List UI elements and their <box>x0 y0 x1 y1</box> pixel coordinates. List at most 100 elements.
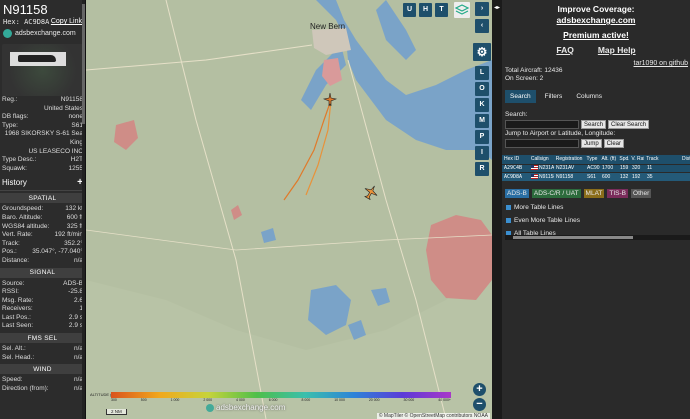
column-header[interactable]: Callsign <box>529 156 554 162</box>
filter-adsb[interactable]: ADS-B <box>505 188 529 198</box>
filter-adsc-uat[interactable]: ADS-C/R / UAT <box>531 188 581 198</box>
even-more-table-lines-checkbox[interactable]: Even More Table Lines <box>506 217 690 224</box>
spatial-row: Pos.: 35.047°, -77.040° <box>0 248 85 257</box>
layer-button-u[interactable]: U <box>403 3 416 17</box>
track-cell: 11 <box>647 165 653 172</box>
filter-tisb[interactable]: TIS-B <box>607 188 629 198</box>
side-button-o[interactable]: O <box>475 82 489 96</box>
signal-row: Msg. Rate: 2.6 <box>0 297 85 306</box>
side-button-i[interactable]: I <box>475 146 489 160</box>
map-attribution[interactable]: © MapTiler © OpenStreetMap contributors … <box>376 413 490 419</box>
spatial-value: 600 ft <box>66 213 83 221</box>
spatial-row: WGS84 altitude: 325 ft <box>0 223 85 232</box>
column-header[interactable]: Hex ID <box>502 156 529 162</box>
chevron-right-icon[interactable]: › <box>475 2 489 16</box>
improve-coverage-link[interactable]: adsbexchange.com <box>502 15 690 25</box>
left-scrollbar[interactable] <box>82 0 85 419</box>
source-label[interactable]: adsbexchange.com <box>15 30 76 37</box>
side-button-r[interactable]: R <box>475 162 489 176</box>
arrows-icon[interactable]: ◂▸ <box>492 4 502 11</box>
panel-toggle-strip[interactable]: ◂▸ <box>492 0 502 419</box>
column-header[interactable]: Alt. (ft) <box>599 156 617 162</box>
table-row[interactable]: AC9D8A N91158N91158 S61 600 132192 35 <box>502 172 690 181</box>
vrate-cell: 320 <box>632 165 641 172</box>
clear-button[interactable]: Clear <box>603 139 625 148</box>
altitude-tick: 500 <box>140 398 147 402</box>
jump-input[interactable] <box>505 139 579 148</box>
chevron-left-icon[interactable]: ‹ <box>475 19 489 33</box>
table-row[interactable]: A29C4B N231AVN231AV AC901700 159320 11 <box>502 163 690 172</box>
type-cell: S61 <box>587 173 596 180</box>
reg-cell: N91158 <box>556 173 574 180</box>
column-header[interactable]: Type <box>585 156 600 162</box>
faq-link[interactable]: FAQ <box>556 45 573 55</box>
aircraft-icon[interactable] <box>363 184 379 202</box>
column-header[interactable]: Spd. (kt) <box>617 156 629 162</box>
adsbx-logo-icon <box>3 29 12 38</box>
aircraft-list-panel: Improve Coverage: adsbexchange.com Premi… <box>502 0 690 419</box>
settings-gear-icon[interactable]: ⚙ <box>473 43 491 61</box>
zoom-in-button[interactable]: + <box>473 383 486 396</box>
signal-row: Source: ADS-B <box>0 280 85 289</box>
section-wind: WIND <box>0 364 85 375</box>
spatial-list: Groundspeed: 132 kt Baro. Altitude: 600 ft W… <box>0 205 85 265</box>
side-button-l[interactable]: L <box>475 66 489 80</box>
filter-mlat[interactable]: MLAT <box>583 188 605 198</box>
tab-search[interactable]: Search <box>505 90 536 103</box>
layers-icon[interactable] <box>454 2 470 18</box>
selected-helicopter-icon[interactable] <box>322 92 338 110</box>
wind-list: Speed: n/a Direction (from): n/a <box>0 376 85 393</box>
detail-key: Reg.: <box>2 96 18 103</box>
layer-button-h[interactable]: H <box>419 3 432 17</box>
premium-link[interactable]: Premium active! <box>502 30 690 40</box>
callsign-text: N231AV <box>539 165 554 172</box>
detail-value: none <box>68 113 83 121</box>
history-row[interactable]: History + <box>0 175 85 192</box>
spatial-key: WGS84 altitude: <box>2 222 50 230</box>
hex-cell: A29C4B <box>504 165 523 172</box>
detail-row: Squawk: 1255 <box>0 165 85 174</box>
map-watermark: adsbexchange.com <box>206 403 285 412</box>
receiver-link[interactable]: tar1090 on github <box>502 60 690 67</box>
tab-filters[interactable]: Filters <box>540 90 568 103</box>
column-header[interactable]: Dist. <box>680 156 690 162</box>
wind-key: Speed: <box>2 376 23 384</box>
us-flag-icon <box>531 173 538 179</box>
signal-key: Last Pos.: <box>2 313 31 321</box>
column-header[interactable]: V. Rate (ft/min) <box>629 156 644 162</box>
column-header[interactable]: Registration <box>554 156 585 162</box>
signal-row: RSSI: -25.8 <box>0 288 85 297</box>
table-horizontal-scrollbar[interactable] <box>505 235 690 240</box>
map-help-link[interactable]: Map Help <box>598 45 636 55</box>
signal-row: Receivers:1 <box>0 305 85 314</box>
layer-button-t[interactable]: T <box>435 3 448 17</box>
clear-search-button[interactable]: Clear Search <box>608 120 650 129</box>
search-button[interactable]: Search <box>581 120 607 129</box>
column-header[interactable]: Track <box>644 156 680 162</box>
altitude-tick: 8 000 <box>301 398 311 402</box>
signal-key: RSSI: <box>2 288 19 296</box>
map-view[interactable]: New Bern U H T › ‹ ⚙ LOKMPIR + − ALTITUD… <box>86 0 492 419</box>
zoom-out-button[interactable]: − <box>473 398 486 411</box>
copy-link-button[interactable]: Copy Link <box>51 18 82 26</box>
jump-label: Jump to Airport or Latitude, Longitude: <box>505 130 616 137</box>
altitude-tick: 300 <box>111 398 117 402</box>
more-table-lines-checkbox[interactable]: More Table Lines <box>506 204 690 211</box>
filter-other[interactable]: Other <box>631 188 652 198</box>
jump-button[interactable]: Jump <box>581 139 602 148</box>
altitude-tick: 1 000 <box>170 398 180 402</box>
side-button-p[interactable]: P <box>475 130 489 144</box>
altitude-tick: 20 000 <box>368 398 380 402</box>
aircraft-photo[interactable] <box>2 44 83 96</box>
signal-value: 2.9 s <box>68 313 83 321</box>
detail-value: 1968 SIKORSKY S-61 Sea King <box>4 130 83 146</box>
selected-callsign: N91158 <box>3 2 48 17</box>
tab-columns[interactable]: Columns <box>571 90 607 103</box>
search-input[interactable] <box>505 120 579 129</box>
side-button-k[interactable]: K <box>475 98 489 112</box>
spatial-row: Baro. Altitude: 600 ft <box>0 214 85 223</box>
signal-key: Source: <box>2 279 25 287</box>
detail-row: Type: S61 <box>0 122 85 131</box>
side-button-m[interactable]: M <box>475 114 489 128</box>
fms-sel-key: Sel. Head.: <box>2 353 35 361</box>
